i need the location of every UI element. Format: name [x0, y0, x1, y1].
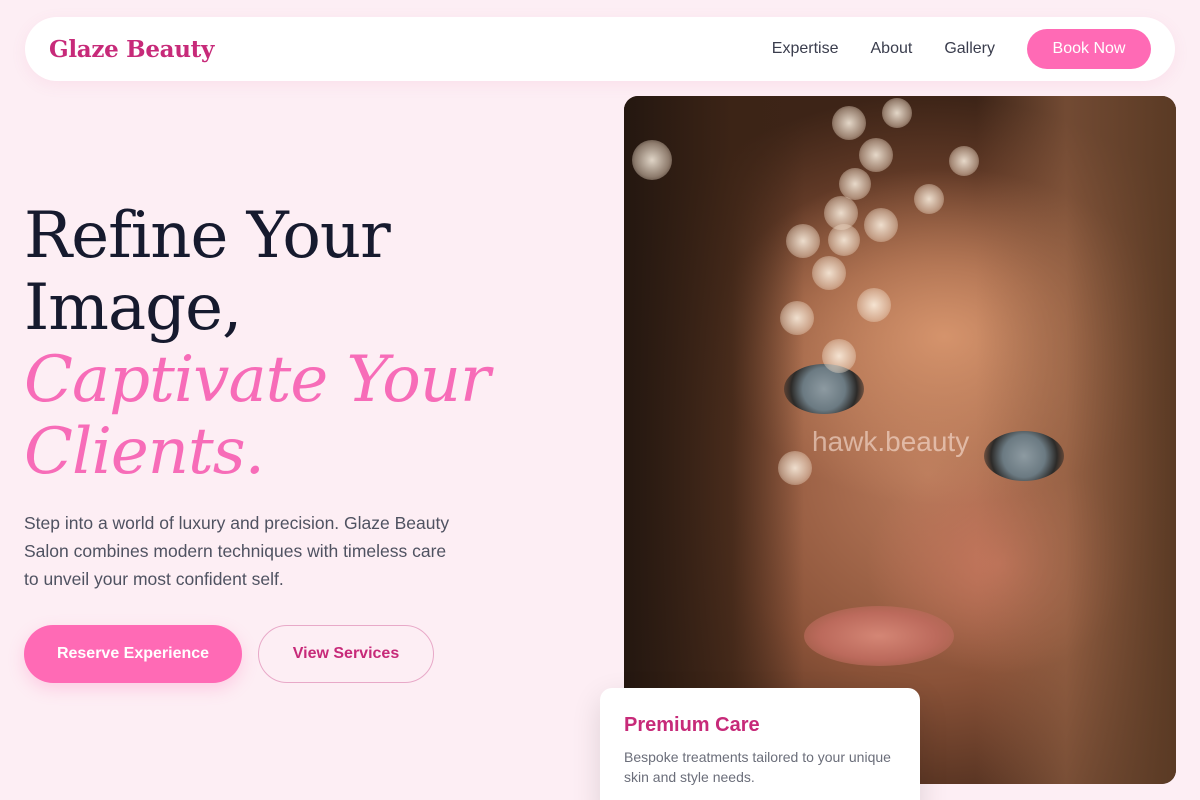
bokeh-light: [882, 98, 912, 128]
bokeh-light: [780, 301, 814, 335]
bokeh-light: [839, 168, 871, 200]
bokeh-light: [786, 224, 820, 258]
bokeh-light: [864, 208, 898, 242]
hero-description: Step into a world of luxury and precisio…: [24, 513, 450, 589]
hero-title: Refine Your Image, Captivate Your Client…: [24, 200, 584, 488]
bokeh-light: [632, 140, 672, 180]
card-description: Bespoke treatments tailored to your uniq…: [624, 749, 891, 785]
reserve-experience-button[interactable]: Reserve Experience: [24, 625, 242, 683]
hero-title-accent-line-2: Clients.: [24, 415, 265, 489]
nav-links: Expertise About Gallery Book Now: [772, 29, 1151, 69]
card-title: Premium Care: [624, 714, 760, 736]
top-navbar: Glaze Beauty Expertise About Gallery Boo…: [25, 17, 1175, 81]
nav-link-about[interactable]: About: [871, 40, 913, 58]
book-now-button[interactable]: Book Now: [1027, 29, 1151, 69]
hero-portrait-image: hawk.beauty: [624, 96, 1176, 784]
premium-care-card: Premium Care Bespoke treatments tailored…: [600, 688, 920, 800]
view-services-button[interactable]: View Services: [258, 625, 434, 683]
bokeh-light: [832, 106, 866, 140]
hero-title-line-1: Refine Your: [24, 199, 391, 273]
bokeh-light: [822, 339, 856, 373]
hero-title-line-2: Image,: [24, 271, 242, 345]
bokeh-light: [949, 146, 979, 176]
portrait-eye-left: [784, 364, 864, 414]
bokeh-light: [778, 451, 812, 485]
bokeh-light: [859, 138, 893, 172]
bokeh-light: [812, 256, 846, 290]
hero-title-accent-line-1: Captivate Your: [24, 343, 491, 417]
bokeh-light: [828, 224, 860, 256]
bokeh-light: [857, 288, 891, 322]
portrait-eye-right: [984, 431, 1064, 481]
portrait-hair-left: [624, 96, 804, 784]
nav-link-gallery[interactable]: Gallery: [944, 40, 995, 58]
portrait-lips: [804, 606, 954, 666]
image-watermark: hawk.beauty: [812, 426, 970, 457]
brand-logo[interactable]: Glaze Beauty: [49, 36, 214, 63]
nav-link-expertise[interactable]: Expertise: [772, 40, 839, 58]
bokeh-light: [914, 184, 944, 214]
